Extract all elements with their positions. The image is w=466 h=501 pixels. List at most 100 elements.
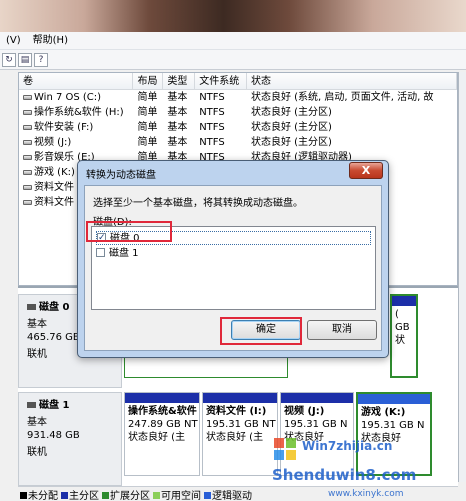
legend-label: 主分区	[69, 490, 99, 501]
volume-icon	[23, 184, 32, 190]
right-scroll-strip[interactable]	[458, 72, 466, 482]
disk-1-name: 磁盘 1	[39, 400, 70, 411]
table-cell-layout: 简单	[137, 122, 158, 133]
volume-icon	[23, 169, 32, 175]
help-icon[interactable]: ?	[34, 52, 48, 67]
toolbar: ↻ ▤ ?	[0, 50, 466, 70]
table-cell-volume: 视频 (J:)	[19, 135, 133, 150]
table-row[interactable]: 软件安装 (F:) 简单 基本 NTFS 状态良好 (主分区)	[19, 120, 457, 135]
legend-item: 主分区	[61, 487, 99, 501]
disk-list[interactable]: ✓ 磁盘 0 磁盘 1	[91, 226, 376, 310]
disk-1-size: 931.48 GB	[27, 430, 80, 441]
partition-status: 状态良好 (主	[206, 432, 264, 443]
legend-item: 未分配	[20, 487, 58, 501]
table-cell-type: 基本	[167, 107, 188, 118]
disk-icon	[27, 304, 36, 310]
table-cell-fs: NTFS	[199, 92, 225, 103]
col-status[interactable]: 状态	[247, 73, 457, 90]
partition-name: 操作系统&软件	[128, 406, 197, 417]
close-button[interactable]: X	[349, 162, 383, 179]
table-cell-status: 状态良好 (主分区)	[250, 122, 332, 133]
legend-swatch	[204, 492, 211, 499]
menu-view[interactable]: (V)	[0, 32, 27, 50]
col-volume[interactable]: 卷	[19, 73, 134, 90]
table-cell-layout: 简单	[137, 107, 158, 118]
disk-1-partition-h[interactable]: 操作系统&软件 247.89 GB NT 状态良好 (主	[124, 392, 200, 476]
disk-list-item-label: 磁盘 1	[109, 248, 139, 259]
table-cell-type: 基本	[167, 137, 188, 148]
svg-text:www.kxinyk.com: www.kxinyk.com	[328, 489, 403, 499]
disk-1-label[interactable]: 磁盘 1 基本 931.48 GB 联机	[18, 392, 122, 486]
disk-icon	[27, 402, 36, 408]
menu-help[interactable]: 帮助(H)	[27, 32, 74, 50]
col-layout[interactable]: 布局	[133, 73, 164, 90]
menu-bar: (V) 帮助(H)	[0, 32, 466, 50]
disk-0-partition-size: GB	[395, 322, 410, 333]
legend-label: 可用空间	[161, 490, 201, 501]
col-type[interactable]: 类型	[163, 73, 196, 90]
svg-text:Win7zhijia.cn: Win7zhijia.cn	[302, 439, 392, 453]
table-cell-fs: NTFS	[199, 122, 225, 133]
partition-name: 资料文件 (I:)	[206, 406, 267, 417]
table-row[interactable]: 视频 (J:) 简单 基本 NTFS 状态良好 (主分区)	[19, 135, 457, 150]
table-cell-layout: 简单	[137, 92, 158, 103]
legend-item: 逻辑驱动	[204, 487, 252, 501]
legend-swatch	[153, 492, 160, 499]
checkbox-disk-0[interactable]: ✓	[97, 232, 106, 242]
table-cell-fs: NTFS	[199, 137, 225, 148]
disk-1-type: 基本	[27, 417, 47, 428]
table-cell-status: 状态良好 (系统, 启动, 页面文件, 活动, 故	[250, 92, 434, 103]
volume-icon	[23, 139, 32, 145]
table-cell-volume: 软件安装 (F:)	[19, 120, 133, 135]
table-cell-status: 状态良好 (主分区)	[250, 137, 332, 148]
table-row[interactable]: Win 7 OS (C:) 简单 基本 NTFS 状态良好 (系统, 启动, 页面文件,…	[19, 90, 457, 105]
table-cell-type: 基本	[167, 122, 188, 133]
disk-list-item-label: 磁盘 0	[110, 233, 140, 244]
volume-name: 软件安装 (F:)	[34, 122, 94, 133]
legend-label: 扩展分区	[110, 490, 150, 501]
partition-status: 状态良好 (主	[128, 432, 186, 443]
volume-name: 视频 (J:)	[34, 137, 72, 148]
partition-size: 247.89 GB NT	[128, 419, 198, 430]
volume-icon	[23, 109, 32, 115]
legend-swatch	[102, 492, 109, 499]
table-cell-volume: Win 7 OS (C:)	[19, 90, 133, 105]
convert-dynamic-dialog: 转换为动态磁盘 X 选择至少一个基本磁盘，将其转换成动态磁盘。 磁盘(D): ✓…	[77, 160, 389, 358]
export-icon[interactable]: ▤	[18, 52, 32, 67]
refresh-icon[interactable]: ↻	[2, 52, 16, 67]
dialog-body: 选择至少一个基本磁盘，将其转换成动态磁盘。 磁盘(D): ✓ 磁盘 0 磁盘 1 …	[84, 185, 382, 351]
disk-1-partition-i[interactable]: 资料文件 (I:) 195.31 GB NT 状态良好 (主	[202, 392, 278, 476]
volume-icon	[23, 154, 32, 160]
disk-0-name: 磁盘 0	[39, 302, 70, 313]
svg-text:Shenduwin8.com: Shenduwin8.com	[272, 466, 416, 484]
volume-name: 资料文件	[34, 197, 74, 208]
legend-item: 可用空间	[153, 487, 201, 501]
background-photo	[0, 0, 466, 32]
ok-button[interactable]: 确定	[231, 320, 301, 340]
disk-0-partition[interactable]: ( GB 状	[390, 294, 418, 378]
volume-name: 资料文件	[34, 182, 74, 193]
legend-swatch	[61, 492, 68, 499]
disk-list-item-1[interactable]: 磁盘 1	[96, 247, 371, 261]
legend-swatch	[20, 492, 27, 499]
legend-item: 扩展分区	[102, 487, 150, 501]
table-cell-fs: NTFS	[199, 107, 225, 118]
disk-0-partition-status: 状	[395, 335, 405, 346]
dialog-message: 选择至少一个基本磁盘，将其转换成动态磁盘。	[93, 198, 303, 209]
disk-list-item-0[interactable]: ✓ 磁盘 0	[96, 231, 371, 245]
partition-size: 195.31 GB N	[361, 420, 425, 431]
site-watermark-logo: Win7zhijia.cn Shenduwin8.com www.kxinyk.…	[268, 432, 466, 500]
legend-label: 未分配	[28, 490, 58, 501]
volume-icon	[23, 94, 32, 100]
table-row[interactable]: 操作系统&软件 (H:) 简单 基本 NTFS 状态良好 (主分区)	[19, 105, 457, 120]
volume-name: 操作系统&软件 (H:)	[34, 107, 124, 118]
cancel-button[interactable]: 取消	[307, 320, 377, 340]
table-cell-volume: 操作系统&软件 (H:)	[19, 105, 133, 120]
checkbox-disk-1[interactable]	[96, 247, 105, 257]
partition-name: 游戏 (K:)	[361, 407, 406, 418]
volume-table-header: 卷 布局 类型 文件系统 状态	[19, 73, 457, 90]
partition-size: 195.31 GB N	[284, 419, 348, 430]
partition-size: 195.31 GB NT	[206, 419, 276, 430]
col-filesystem[interactable]: 文件系统	[195, 73, 247, 90]
table-cell-type: 基本	[167, 92, 188, 103]
